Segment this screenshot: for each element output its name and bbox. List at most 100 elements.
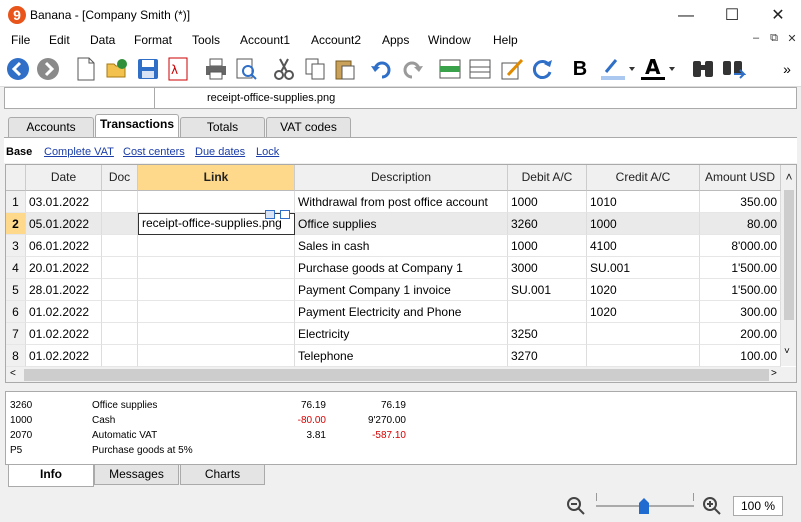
view-due-dates[interactable]: Due dates xyxy=(195,146,245,158)
tab-accounts[interactable]: Accounts xyxy=(8,117,94,137)
zoom-level-field[interactable]: 100 % xyxy=(733,496,783,516)
text-color-icon[interactable]: A xyxy=(638,55,678,83)
header-debit[interactable]: Debit A/C xyxy=(508,165,587,191)
cell-credit[interactable]: 1000 xyxy=(587,213,700,235)
cell-amount[interactable]: 1'500.00 xyxy=(700,279,781,301)
forward-icon[interactable] xyxy=(34,55,62,83)
vertical-scrollbar[interactable]: ˅ xyxy=(781,182,796,366)
cell-desc[interactable]: Payment Company 1 invoice xyxy=(295,279,508,301)
delete-row-icon[interactable] xyxy=(466,55,494,83)
cell-content-field[interactable]: receipt-office-supplies.png xyxy=(207,92,335,104)
table-row[interactable]: 7 01.02.2022 Electricity 3250 200.00 xyxy=(6,323,781,345)
mdi-close-icon[interactable]: ✕ xyxy=(784,32,800,48)
cut-icon[interactable] xyxy=(270,55,298,83)
cell-link[interactable] xyxy=(138,301,295,323)
zoom-out-icon[interactable] xyxy=(566,496,586,516)
cell-reference-field[interactable] xyxy=(5,88,155,108)
cell-credit[interactable]: 4100 xyxy=(587,235,700,257)
cell-link[interactable] xyxy=(138,257,295,279)
highlight-color-icon[interactable] xyxy=(598,55,638,83)
cell-date[interactable]: 01.02.2022 xyxy=(26,345,102,367)
horizontal-scrollbar[interactable]: < > xyxy=(6,367,796,382)
cell-credit[interactable]: 1010 xyxy=(587,191,700,213)
menu-edit[interactable]: Edit xyxy=(49,33,70,47)
header-credit[interactable]: Credit A/C xyxy=(587,165,700,191)
cell-date[interactable]: 28.01.2022 xyxy=(26,279,102,301)
cell-doc[interactable] xyxy=(102,279,138,301)
header-doc[interactable]: Doc xyxy=(102,165,138,191)
cell-date[interactable]: 05.01.2022 xyxy=(26,213,102,235)
table-row[interactable]: 8 01.02.2022 Telephone 3270 100.00 xyxy=(6,345,781,367)
mdi-minimize-icon[interactable]: – xyxy=(748,32,764,48)
toolbar-overflow-icon[interactable]: » xyxy=(776,55,798,83)
find-icon[interactable] xyxy=(689,55,717,83)
cell-credit[interactable] xyxy=(587,323,700,345)
bottom-tab-info[interactable]: Info xyxy=(8,465,94,487)
cell-amount[interactable]: 8'000.00 xyxy=(700,235,781,257)
scroll-down-icon[interactable]: ˅ xyxy=(784,346,790,357)
undo-icon[interactable] xyxy=(368,55,396,83)
header-date[interactable]: Date xyxy=(26,165,102,191)
open-folder-icon[interactable] xyxy=(103,55,131,83)
open-attachment-icon[interactable] xyxy=(265,210,275,219)
header-amount[interactable]: Amount USD xyxy=(700,165,781,191)
cell-desc[interactable]: Payment Electricity and Phone xyxy=(295,301,508,323)
save-icon[interactable] xyxy=(134,55,162,83)
tab-transactions[interactable]: Transactions xyxy=(95,114,179,137)
horizontal-scroll-thumb[interactable] xyxy=(24,369,769,381)
menu-file[interactable]: File xyxy=(11,33,30,47)
table-row[interactable]: 4 20.01.2022 Purchase goods at Company 1 30… xyxy=(6,257,781,279)
bottom-tab-charts[interactable]: Charts xyxy=(180,465,265,485)
cell-credit[interactable]: 1020 xyxy=(587,301,700,323)
close-button[interactable]: ✕ xyxy=(755,0,801,31)
menu-window[interactable]: Window xyxy=(428,33,471,47)
cell-doc[interactable] xyxy=(102,257,138,279)
cell-debit[interactable] xyxy=(508,301,587,323)
copy-icon[interactable] xyxy=(301,55,329,83)
cell-debit[interactable]: 1000 xyxy=(508,235,587,257)
view-complete-vat[interactable]: Complete VAT xyxy=(44,146,114,158)
cell-credit[interactable]: SU.001 xyxy=(587,257,700,279)
cell-credit[interactable] xyxy=(587,345,700,367)
insert-row-icon[interactable] xyxy=(436,55,464,83)
cell-desc[interactable]: Office supplies xyxy=(295,213,508,235)
cell-doc[interactable] xyxy=(102,301,138,323)
mdi-restore-icon[interactable]: ⧉ xyxy=(766,32,782,48)
cell-link[interactable] xyxy=(138,279,295,301)
cell-amount[interactable]: 1'500.00 xyxy=(700,257,781,279)
paste-icon[interactable] xyxy=(331,55,359,83)
minimize-button[interactable]: — xyxy=(663,0,709,31)
edit-cell-icon[interactable] xyxy=(498,55,526,83)
cell-date[interactable]: 03.01.2022 xyxy=(26,191,102,213)
table-row[interactable]: 1 03.01.2022 Withdrawal from post office a… xyxy=(6,191,781,213)
zoom-in-icon[interactable] xyxy=(702,496,722,516)
cell-desc[interactable]: Withdrawal from post office account xyxy=(295,191,508,213)
cell-amount[interactable]: 80.00 xyxy=(700,213,781,235)
cell-doc[interactable] xyxy=(102,235,138,257)
recalculate-icon[interactable] xyxy=(528,55,556,83)
cell-link[interactable] xyxy=(138,235,295,257)
maximize-button[interactable]: ☐ xyxy=(709,0,755,31)
cell-debit[interactable]: SU.001 xyxy=(508,279,587,301)
cell-doc[interactable] xyxy=(102,323,138,345)
header-description[interactable]: Description xyxy=(295,165,508,191)
tab-vat-codes[interactable]: VAT codes xyxy=(266,117,351,137)
view-lock[interactable]: Lock xyxy=(256,146,279,158)
cell-debit[interactable]: 3260 xyxy=(508,213,587,235)
cell-desc[interactable]: Sales in cash xyxy=(295,235,508,257)
vertical-scroll-thumb[interactable] xyxy=(784,190,794,320)
cell-date[interactable]: 01.02.2022 xyxy=(26,323,102,345)
find-next-icon[interactable] xyxy=(719,55,747,83)
cell-doc[interactable] xyxy=(102,213,138,235)
cell-amount[interactable]: 100.00 xyxy=(700,345,781,367)
cell-debit[interactable]: 3250 xyxy=(508,323,587,345)
view-base[interactable]: Base xyxy=(6,146,32,158)
cell-date[interactable]: 06.01.2022 xyxy=(26,235,102,257)
scroll-left-icon[interactable]: < xyxy=(10,368,16,379)
cell-date[interactable]: 20.01.2022 xyxy=(26,257,102,279)
table-row[interactable]: 3 06.01.2022 Sales in cash 1000 4100 8'000.00 xyxy=(6,235,781,257)
cell-desc[interactable]: Telephone xyxy=(295,345,508,367)
menu-tools[interactable]: Tools xyxy=(192,33,220,47)
bottom-tab-messages[interactable]: Messages xyxy=(94,465,179,485)
cell-link[interactable] xyxy=(138,323,295,345)
